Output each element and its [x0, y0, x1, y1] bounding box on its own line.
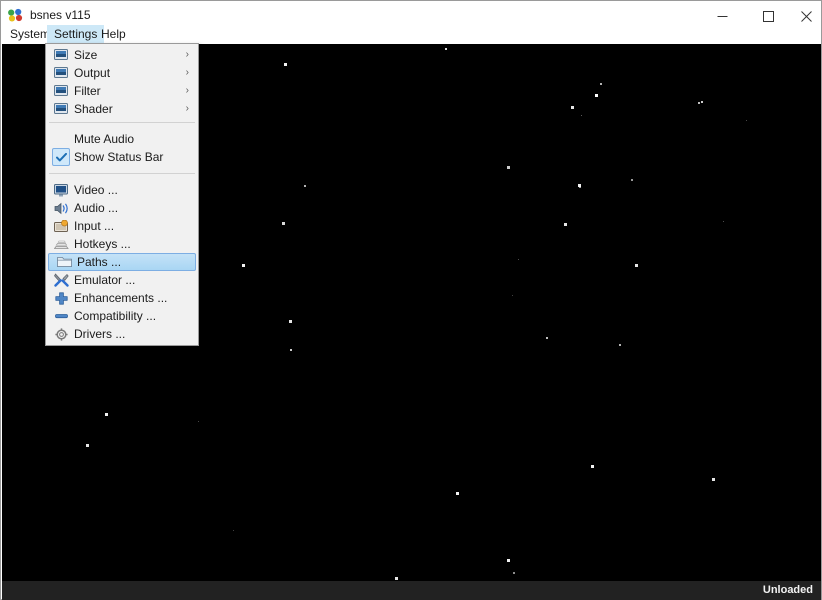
star-pixel: [198, 421, 199, 422]
star-pixel: [701, 101, 703, 103]
status-text: Unloaded: [762, 584, 813, 596]
menu-item-label: Paths ...: [77, 255, 122, 269]
star-pixel: [571, 106, 574, 109]
menu-separator: [49, 173, 195, 174]
star-pixel: [233, 530, 234, 531]
menu-item-label: Show Status Bar: [74, 150, 164, 164]
menu-separator: [49, 122, 195, 123]
star-pixel: [579, 186, 581, 188]
menu-item-drivers[interactable]: Drivers ...: [46, 325, 198, 343]
menu-item-label: Input ...: [74, 219, 115, 233]
menu-item-emulator[interactable]: Emulator ...: [46, 271, 198, 289]
gear-icon: [48, 325, 74, 343]
folder-icon: [51, 253, 77, 271]
menu-item-label: Size: [74, 48, 98, 62]
menu-item-label: Shader: [74, 102, 113, 116]
menu-item-label: Drivers ...: [74, 327, 126, 341]
menu-item-label: Filter: [74, 84, 101, 98]
star-pixel: [698, 102, 700, 104]
star-pixel: [518, 259, 519, 260]
star-pixel: [242, 264, 245, 267]
status-bar: Unloaded: [2, 581, 821, 600]
speaker-icon: [48, 199, 74, 217]
monitor-icon: [48, 46, 74, 64]
menu-item-label: Hotkeys ...: [74, 237, 131, 251]
chevron-right-icon: ›: [185, 67, 189, 78]
star-pixel: [290, 349, 292, 351]
menu-item-label: Audio ...: [74, 201, 119, 215]
settings-dropdown-menu[interactable]: Size › Output › Filter › Shader › Mute A…: [45, 43, 199, 346]
star-pixel: [445, 48, 447, 50]
star-pixel: [595, 94, 598, 97]
menu-item-label: Emulator ...: [74, 273, 136, 287]
star-pixel: [284, 63, 287, 66]
star-pixel: [456, 492, 459, 495]
star-pixel: [581, 115, 582, 116]
star-pixel: [564, 223, 567, 226]
bsnes-logo-icon: [7, 8, 24, 24]
menu-item-label: Video ...: [74, 183, 118, 197]
dash-icon: [48, 307, 74, 325]
menu-item-label: Mute Audio: [74, 132, 135, 146]
monitor-icon: [48, 100, 74, 118]
chevron-right-icon: ›: [185, 85, 189, 96]
star-pixel: [631, 179, 633, 181]
menu-item-size[interactable]: Size ›: [46, 46, 198, 64]
menu-item-mute-audio[interactable]: Mute Audio: [46, 130, 198, 148]
star-pixel: [723, 221, 724, 222]
menu-item-enhancements[interactable]: Enhancements ...: [46, 289, 198, 307]
monitor-icon: [48, 181, 74, 199]
menu-item-filter[interactable]: Filter ›: [46, 82, 198, 100]
star-pixel: [635, 264, 638, 267]
star-pixel: [282, 222, 285, 225]
checkmark-icon: [48, 148, 74, 166]
plus-cross-icon: [48, 289, 74, 307]
monitor-icon: [48, 82, 74, 100]
star-pixel: [546, 337, 548, 339]
menu-item-compatibility[interactable]: Compatibility ...: [46, 307, 198, 325]
star-pixel: [395, 577, 398, 580]
star-pixel: [512, 295, 513, 296]
empty-check-slot-icon: [48, 130, 74, 148]
star-pixel: [619, 344, 621, 346]
star-pixel: [712, 478, 715, 481]
tools-icon: [48, 271, 74, 289]
menu-item-label: Output: [74, 66, 111, 80]
menu-item-shader[interactable]: Shader ›: [46, 100, 198, 118]
star-pixel: [600, 83, 602, 85]
star-pixel: [105, 413, 108, 416]
menubar-item-help[interactable]: Help: [94, 25, 133, 44]
menu-item-show-status-bar[interactable]: Show Status Bar: [46, 148, 198, 166]
chevron-right-icon: ›: [185, 103, 189, 114]
window-title: bsnes v115: [30, 8, 91, 22]
menu-item-paths[interactable]: Paths ...: [48, 253, 196, 271]
menu-item-output[interactable]: Output ›: [46, 64, 198, 82]
menu-item-label: Enhancements ...: [74, 291, 168, 305]
star-pixel: [304, 185, 306, 187]
star-pixel: [86, 444, 89, 447]
star-pixel: [746, 120, 747, 121]
monitor-icon: [48, 64, 74, 82]
menu-item-hotkeys[interactable]: Hotkeys ...: [46, 235, 198, 253]
star-pixel: [513, 572, 515, 574]
star-pixel: [289, 320, 292, 323]
menu-item-audio[interactable]: Audio ...: [46, 199, 198, 217]
chevron-right-icon: ›: [185, 49, 189, 60]
star-pixel: [507, 559, 510, 562]
star-pixel: [507, 166, 510, 169]
keyboard-icon: [48, 235, 74, 253]
bsnes-window: bsnes v115 System Settings Help Unloaded…: [0, 0, 822, 600]
menu-bar: System Settings Help: [1, 25, 821, 44]
menu-item-label: Compatibility ...: [74, 309, 157, 323]
menu-spacer: [46, 166, 198, 169]
star-pixel: [591, 465, 594, 468]
menu-item-video[interactable]: Video ...: [46, 181, 198, 199]
menu-item-input[interactable]: Input ...: [46, 217, 198, 235]
input-device-icon: [48, 217, 74, 235]
